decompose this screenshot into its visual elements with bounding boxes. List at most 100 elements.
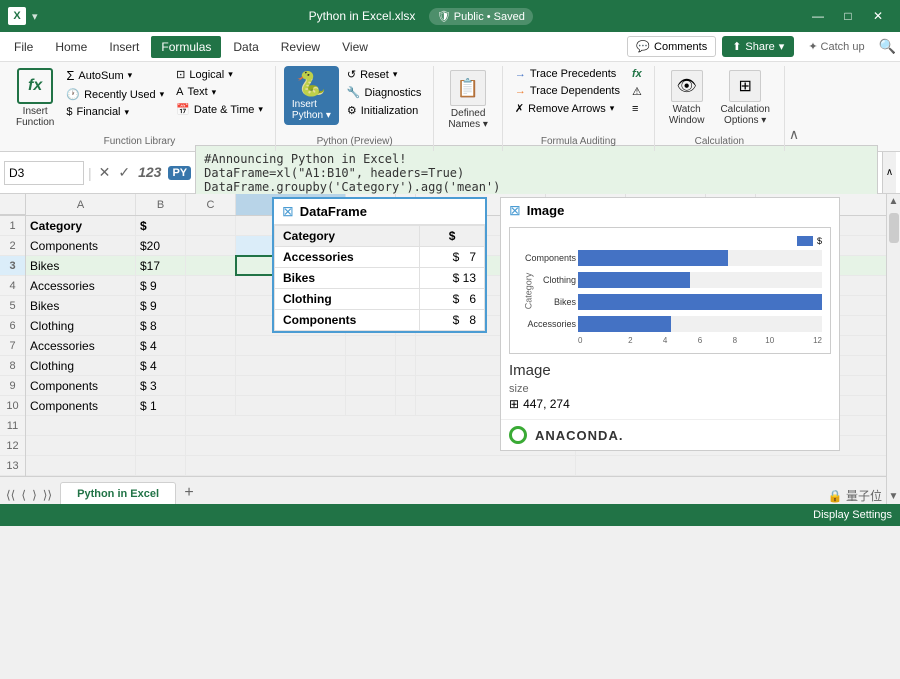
cell-D9[interactable]	[236, 376, 346, 395]
name-box[interactable]: D3	[4, 161, 84, 185]
cell-C9[interactable]	[186, 376, 236, 395]
evaluate-formula-button[interactable]: ≡	[628, 101, 646, 117]
col-B[interactable]: B	[136, 194, 186, 215]
cell-C6[interactable]	[186, 316, 236, 335]
cell-E7[interactable]	[346, 336, 396, 355]
cell-D8[interactable]	[236, 356, 346, 375]
insert-function-button[interactable]: fx InsertFunction	[12, 66, 58, 130]
comments-button[interactable]: 💬 Comments	[627, 36, 716, 57]
menu-formulas[interactable]: Formulas	[151, 36, 221, 58]
cell-B13[interactable]	[136, 456, 186, 475]
add-sheet-button[interactable]: +	[178, 482, 200, 504]
menu-data[interactable]: Data	[223, 36, 268, 58]
cell-E9[interactable]	[346, 376, 396, 395]
cell-F10[interactable]	[396, 396, 416, 415]
close-button[interactable]: ✕	[864, 6, 892, 26]
cell-A11[interactable]	[26, 416, 136, 435]
search-button[interactable]: 🔍	[879, 38, 896, 55]
cell-C1[interactable]	[186, 216, 236, 235]
cell-F9[interactable]	[396, 376, 416, 395]
cell-A4[interactable]: Accessories	[26, 276, 136, 295]
cell-A13[interactable]	[26, 456, 136, 475]
cell-A6[interactable]: Clothing	[26, 316, 136, 335]
cell-A7[interactable]: Accessories	[26, 336, 136, 355]
cell-A12[interactable]	[26, 436, 136, 455]
cell-C7[interactable]	[186, 336, 236, 355]
cell-D10[interactable]	[236, 396, 346, 415]
confirm-formula[interactable]: ✓	[115, 162, 133, 183]
cell-A2[interactable]: Components	[26, 236, 136, 255]
calc-options-button[interactable]: ⊞ CalculationOptions ▾	[714, 66, 775, 130]
cell-A8[interactable]: Clothing	[26, 356, 136, 375]
share-button[interactable]: ⬆ Share ▾	[722, 36, 794, 57]
sheet-last-btn[interactable]: ⟩⟩	[41, 486, 54, 504]
col-A[interactable]: A	[26, 194, 136, 215]
logical-button[interactable]: ⊡ Logical ▾	[172, 66, 267, 83]
menu-view[interactable]: View	[332, 36, 378, 58]
defined-names-button[interactable]: 📋 DefinedNames ▾	[442, 66, 493, 134]
cell-B5[interactable]: $ 9	[136, 296, 186, 315]
cell-B12[interactable]	[136, 436, 186, 455]
insert-python-button[interactable]: 🐍 InsertPython ▾	[284, 66, 339, 125]
cell-A9[interactable]: Components	[26, 376, 136, 395]
cell-C5[interactable]	[186, 296, 236, 315]
cell-E8[interactable]	[346, 356, 396, 375]
datetime-button[interactable]: 📅 Date & Time ▾	[172, 101, 267, 118]
formula-expand[interactable]: ∧	[882, 152, 896, 193]
cell-B11[interactable]	[136, 416, 186, 435]
cell-F8[interactable]	[396, 356, 416, 375]
recently-used-button[interactable]: 🕐 Recently Used ▾	[62, 86, 168, 103]
cell-B6[interactable]: $ 8	[136, 316, 186, 335]
cell-A10[interactable]: Components	[26, 396, 136, 415]
cell-C2[interactable]	[186, 236, 236, 255]
scroll-up-arrow[interactable]: ▲	[887, 194, 900, 209]
cell-B4[interactable]: $ 9	[136, 276, 186, 295]
cell-A5[interactable]: Bikes	[26, 296, 136, 315]
menu-home[interactable]: Home	[45, 36, 97, 58]
cell-B3[interactable]: $17	[136, 256, 186, 275]
initialization-button[interactable]: ⚙ Initialization	[343, 102, 426, 119]
cell-B2[interactable]: $20	[136, 236, 186, 255]
insert-function-formula[interactable]: 123	[135, 162, 164, 183]
cell-C8[interactable]	[186, 356, 236, 375]
catchup-button[interactable]: ✦ Catch up	[800, 37, 872, 56]
cell-A1[interactable]: Category	[26, 216, 136, 235]
watch-window-button[interactable]: 👁 WatchWindow	[663, 66, 711, 130]
scroll-thumb[interactable]	[889, 213, 899, 243]
maximize-button[interactable]: □	[834, 6, 862, 26]
cell-D7[interactable]	[236, 336, 346, 355]
financial-button[interactable]: $ Financial ▾	[62, 104, 168, 120]
sheet-prev-btn[interactable]: ⟨	[19, 486, 28, 504]
cell-C4[interactable]	[186, 276, 236, 295]
cell-B1[interactable]: $	[136, 216, 186, 235]
display-settings-label[interactable]: Display Settings	[813, 509, 892, 521]
menu-insert[interactable]: Insert	[99, 36, 149, 58]
cell-B7[interactable]: $ 4	[136, 336, 186, 355]
scroll-down-arrow[interactable]: ▼	[887, 489, 900, 504]
remove-arrows-button[interactable]: ✗ Remove Arrows ▾	[511, 100, 624, 117]
cell-F7[interactable]	[396, 336, 416, 355]
menu-file[interactable]: File	[4, 36, 43, 58]
vertical-scrollbar[interactable]: ▲ ▼	[886, 194, 900, 504]
ribbon-expand-button[interactable]: ∧	[785, 122, 803, 147]
minimize-button[interactable]: —	[804, 6, 832, 26]
trace-dependents-button[interactable]: → Trace Dependents	[511, 83, 624, 99]
cell-C13[interactable]	[186, 456, 576, 475]
cell-B10[interactable]: $ 1	[136, 396, 186, 415]
cell-B9[interactable]: $ 3	[136, 376, 186, 395]
autosum-button[interactable]: Σ AutoSum ▾	[62, 66, 168, 85]
sheet-next-btn[interactable]: ⟩	[30, 486, 39, 504]
show-formulas-button[interactable]: fx	[628, 66, 646, 82]
diagnostics-button[interactable]: 🔧 Diagnostics	[343, 84, 426, 101]
error-checking-button[interactable]: ⚠	[628, 83, 646, 100]
reset-button[interactable]: ↺ Reset ▾	[343, 66, 426, 83]
col-C[interactable]: C	[186, 194, 236, 215]
cell-E10[interactable]	[346, 396, 396, 415]
cancel-formula[interactable]: ✕	[96, 162, 114, 183]
cell-C10[interactable]	[186, 396, 236, 415]
menu-review[interactable]: Review	[271, 36, 330, 58]
cell-A3[interactable]: Bikes	[26, 256, 136, 275]
text-button[interactable]: A Text ▾	[172, 84, 267, 100]
sheet-first-btn[interactable]: ⟨⟨	[4, 486, 17, 504]
trace-precedents-button[interactable]: → Trace Precedents	[511, 66, 624, 82]
